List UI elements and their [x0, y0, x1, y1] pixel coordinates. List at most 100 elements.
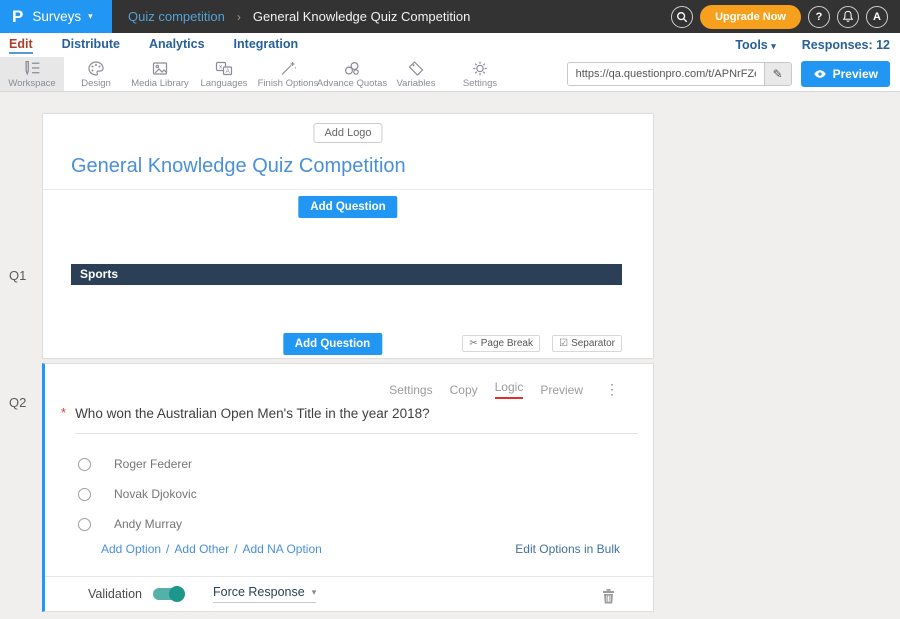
answer-option-label[interactable]: Roger Federer	[114, 457, 192, 471]
svg-text:A: A	[226, 68, 231, 75]
settings-icon	[471, 60, 489, 77]
kebab-menu-icon[interactable]: ⋮	[605, 381, 619, 398]
toolbar-item-languages[interactable]: xA Languages	[192, 57, 256, 91]
validation-toggle[interactable]	[153, 588, 183, 600]
responses-count[interactable]: Responses: 12	[802, 38, 890, 52]
divider	[43, 189, 653, 190]
add-other-link[interactable]: Add Other	[174, 542, 229, 556]
upgrade-now-button[interactable]: Upgrade Now	[700, 5, 801, 29]
question-action-menu: Settings Copy Logic Preview ⋮	[389, 380, 619, 399]
workspace-icon	[23, 60, 42, 77]
toolbar-item-media-library[interactable]: Media Library	[128, 57, 192, 91]
toolbar-item-workspace[interactable]: Workspace	[0, 57, 64, 91]
question-text-row: *Who won the Australian Open Men's Title…	[61, 405, 638, 423]
preview-button-label: Preview	[833, 67, 878, 81]
product-name: Surveys	[32, 9, 81, 24]
question-text[interactable]: Who won the Australian Open Men's Title …	[75, 406, 430, 421]
scissors-icon: ✂	[469, 338, 477, 349]
question-mark-icon: ?	[816, 11, 823, 23]
radio-icon[interactable]	[78, 518, 91, 531]
toolbar-item-design[interactable]: Design	[64, 57, 128, 91]
header-actions: Upgrade Now ? A	[671, 5, 900, 29]
survey-nav-right: Tools ▾ Responses: 12	[735, 38, 890, 52]
delete-question-button[interactable]	[602, 588, 615, 607]
chevron-down-icon: ▾	[312, 587, 317, 598]
question-logic-link[interactable]: Logic	[495, 380, 524, 399]
radio-icon[interactable]	[78, 488, 91, 501]
advance-quotas-icon	[343, 60, 361, 77]
separator-button[interactable]: ☑ Separator	[552, 335, 622, 352]
questionpro-logo-icon: P	[12, 8, 23, 25]
question-preview-link[interactable]: Preview	[540, 383, 583, 397]
variables-icon	[407, 60, 425, 77]
question-settings-link[interactable]: Settings	[389, 383, 432, 397]
edit-options-in-bulk-link[interactable]: Edit Options in Bulk	[515, 542, 620, 556]
chevron-down-icon: ▾	[771, 41, 776, 51]
eye-icon	[813, 69, 827, 79]
answer-option-row[interactable]: Novak Djokovic	[78, 487, 197, 501]
toolbar-item-label: Languages	[200, 78, 247, 89]
toolbar-item-label: Variables	[397, 78, 436, 89]
surveys-menu[interactable]: P Surveys ▾	[0, 0, 112, 33]
answer-option-row[interactable]: Roger Federer	[78, 457, 192, 471]
answer-option-row[interactable]: Andy Murray	[78, 517, 182, 531]
avatar[interactable]: A	[866, 6, 888, 28]
toolbar-item-label: Media Library	[131, 78, 189, 89]
toolbar-item-advance-quotas[interactable]: Advance Quotas	[320, 57, 384, 91]
edit-url-button[interactable]: ✎	[764, 63, 791, 85]
add-option-link[interactable]: Add Option	[101, 542, 161, 556]
tab-edit[interactable]: Edit	[9, 37, 33, 54]
page-break-label: Page Break	[481, 338, 533, 349]
survey-nav: Edit Distribute Analytics Integration To…	[0, 33, 900, 57]
toolbar-item-label: Settings	[463, 78, 497, 89]
toolbar-item-label: Design	[81, 78, 111, 89]
breadcrumb: Quiz competition › General Knowledge Qui…	[128, 9, 470, 24]
survey-title[interactable]: General Knowledge Quiz Competition	[71, 155, 406, 178]
question-number-q2: Q2	[9, 395, 26, 410]
preview-button[interactable]: Preview	[801, 61, 890, 87]
toolbar-item-label: Workspace	[8, 78, 55, 89]
languages-icon: xA	[215, 60, 233, 77]
add-question-button-bottom[interactable]: Add Question	[283, 333, 382, 355]
radio-icon[interactable]	[78, 458, 91, 471]
tab-distribute[interactable]: Distribute	[62, 37, 120, 54]
survey-editor-canvas: Q1 Q2 Add Logo General Knowledge Quiz Co…	[0, 92, 900, 619]
question-copy-link[interactable]: Copy	[450, 383, 478, 397]
add-question-button-top[interactable]: Add Question	[298, 196, 397, 218]
page-break-button[interactable]: ✂ Page Break	[462, 335, 540, 352]
finish-options-icon	[279, 60, 297, 77]
checkbox-icon: ☑	[559, 338, 568, 349]
edit-toolbar: Workspace Design Media Library xA Langua…	[0, 57, 900, 92]
toolbar-item-label: Finish Options	[258, 78, 319, 89]
question-card-q2: Settings Copy Logic Preview ⋮ *Who won t…	[42, 363, 654, 612]
bell-icon	[842, 10, 854, 23]
tab-integration[interactable]: Integration	[234, 37, 299, 54]
search-button[interactable]	[671, 6, 693, 28]
question-number-q1: Q1	[9, 268, 26, 283]
breadcrumb-parent[interactable]: Quiz competition	[128, 9, 225, 24]
tab-analytics[interactable]: Analytics	[149, 37, 205, 54]
toolbar-item-finish-options[interactable]: Finish Options	[256, 57, 320, 91]
notifications-button[interactable]	[837, 6, 859, 28]
survey-url-box: ✎	[567, 62, 792, 86]
search-icon	[676, 11, 688, 23]
answer-option-label[interactable]: Andy Murray	[114, 517, 182, 531]
add-logo-button[interactable]: Add Logo	[313, 123, 382, 143]
section-footer-row: Add Question ✂ Page Break ☑ Separator	[43, 335, 622, 355]
chevron-down-icon: ▾	[88, 11, 93, 22]
help-button[interactable]: ?	[808, 6, 830, 28]
answer-option-label[interactable]: Novak Djokovic	[114, 487, 197, 501]
survey-header-card: Add Logo General Knowledge Quiz Competit…	[42, 113, 654, 359]
option-links-row: Add Option / Add Other / Add NA Option E…	[101, 542, 620, 556]
pencil-icon: ✎	[773, 67, 783, 81]
avatar-initial: A	[873, 11, 881, 23]
toolbar-item-variables[interactable]: Variables	[384, 57, 448, 91]
toolbar-item-settings[interactable]: Settings	[448, 57, 512, 91]
question-footer: Validation Force Response ▾	[45, 576, 653, 611]
force-response-dropdown[interactable]: Force Response ▾	[213, 585, 316, 603]
section-header-sports[interactable]: Sports	[71, 264, 622, 285]
add-na-option-link[interactable]: Add NA Option	[242, 542, 321, 556]
tools-dropdown[interactable]: Tools ▾	[735, 38, 775, 52]
survey-url-input[interactable]	[568, 63, 764, 85]
slash-separator: /	[166, 542, 169, 556]
